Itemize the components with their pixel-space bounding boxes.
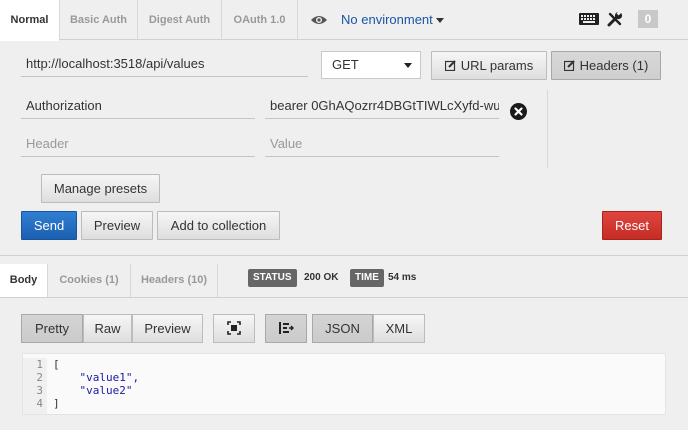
code-line: "value1", — [53, 371, 140, 384]
view-preview-button[interactable]: Preview — [132, 314, 203, 343]
format-xml-button[interactable]: XML — [373, 314, 425, 343]
code-line: "value2" — [53, 384, 133, 397]
time-label: TIME — [350, 269, 384, 287]
edit-icon — [444, 60, 456, 71]
send-button[interactable]: Send — [21, 211, 77, 240]
line-number: 3 — [36, 384, 43, 397]
format-json-button[interactable]: JSON — [312, 314, 373, 343]
environment-label: No environment — [341, 0, 444, 40]
keyboard-icon[interactable] — [579, 10, 599, 28]
new-header-value-input[interactable]: Value — [265, 131, 499, 157]
code-line: ] — [53, 397, 60, 410]
header-key-input[interactable]: Authorization — [21, 93, 255, 119]
url-params-button[interactable]: URL params — [431, 51, 547, 80]
status-value: 200 OK — [304, 272, 339, 283]
new-header-key-input[interactable]: Header — [21, 131, 255, 157]
line-number: 4 — [36, 397, 43, 410]
chevron-down-icon — [435, 18, 444, 24]
tab-oauth[interactable]: OAuth 1.0 — [222, 0, 298, 40]
view-raw-button[interactable]: Raw — [83, 314, 132, 343]
auth-tab-bar: Normal Basic Auth Digest Auth OAuth 1.0 … — [0, 0, 688, 41]
tab-digest-auth[interactable]: Digest Auth — [138, 0, 222, 40]
wrap-text-icon — [279, 322, 294, 334]
tab-normal[interactable]: Normal — [0, 0, 60, 41]
manage-presets-button[interactable]: Manage presets — [41, 174, 160, 203]
url-input[interactable]: http://localhost:3518/api/values — [21, 51, 308, 77]
expand-icon — [227, 321, 241, 335]
wrench-icon[interactable] — [607, 10, 623, 28]
edit-icon — [563, 60, 575, 71]
eye-icon — [311, 16, 327, 24]
method-select[interactable]: GET — [321, 51, 421, 79]
code-line: [ — [53, 358, 60, 371]
response-body[interactable]: 1 2 3 4 [ "value1", "value2" ] — [22, 353, 666, 415]
add-to-collection-button[interactable]: Add to collection — [157, 211, 280, 240]
line-numbers: 1 2 3 4 — [23, 358, 47, 414]
time-value: 54 ms — [388, 272, 417, 283]
line-number: 2 — [36, 371, 43, 384]
tab-response-headers[interactable]: Headers (10) — [131, 264, 218, 297]
preview-button[interactable]: Preview — [81, 211, 153, 240]
remove-header-icon[interactable] — [510, 103, 527, 120]
reset-button[interactable]: Reset — [602, 211, 662, 240]
chevron-down-icon — [404, 63, 412, 68]
divider — [0, 297, 688, 298]
wrap-lines-button[interactable] — [265, 314, 307, 343]
headers-button[interactable]: Headers (1) — [551, 51, 661, 80]
fullscreen-button[interactable] — [213, 314, 255, 343]
divider — [547, 90, 548, 168]
line-number: 1 — [36, 358, 43, 371]
notification-badge[interactable]: 0 — [638, 10, 658, 28]
method-value: GET — [332, 57, 359, 72]
view-pretty-button[interactable]: Pretty — [21, 314, 83, 343]
tab-basic-auth[interactable]: Basic Auth — [60, 0, 138, 40]
header-value-input[interactable]: bearer 0GhAQozrr4DBGtTIWLcXyfd-wu — [265, 93, 499, 119]
tab-body[interactable]: Body — [0, 264, 48, 297]
code-lines: [ "value1", "value2" ] — [53, 358, 139, 410]
divider — [0, 255, 688, 256]
tab-cookies[interactable]: Cookies (1) — [48, 264, 131, 297]
status-label: STATUS — [248, 269, 297, 287]
